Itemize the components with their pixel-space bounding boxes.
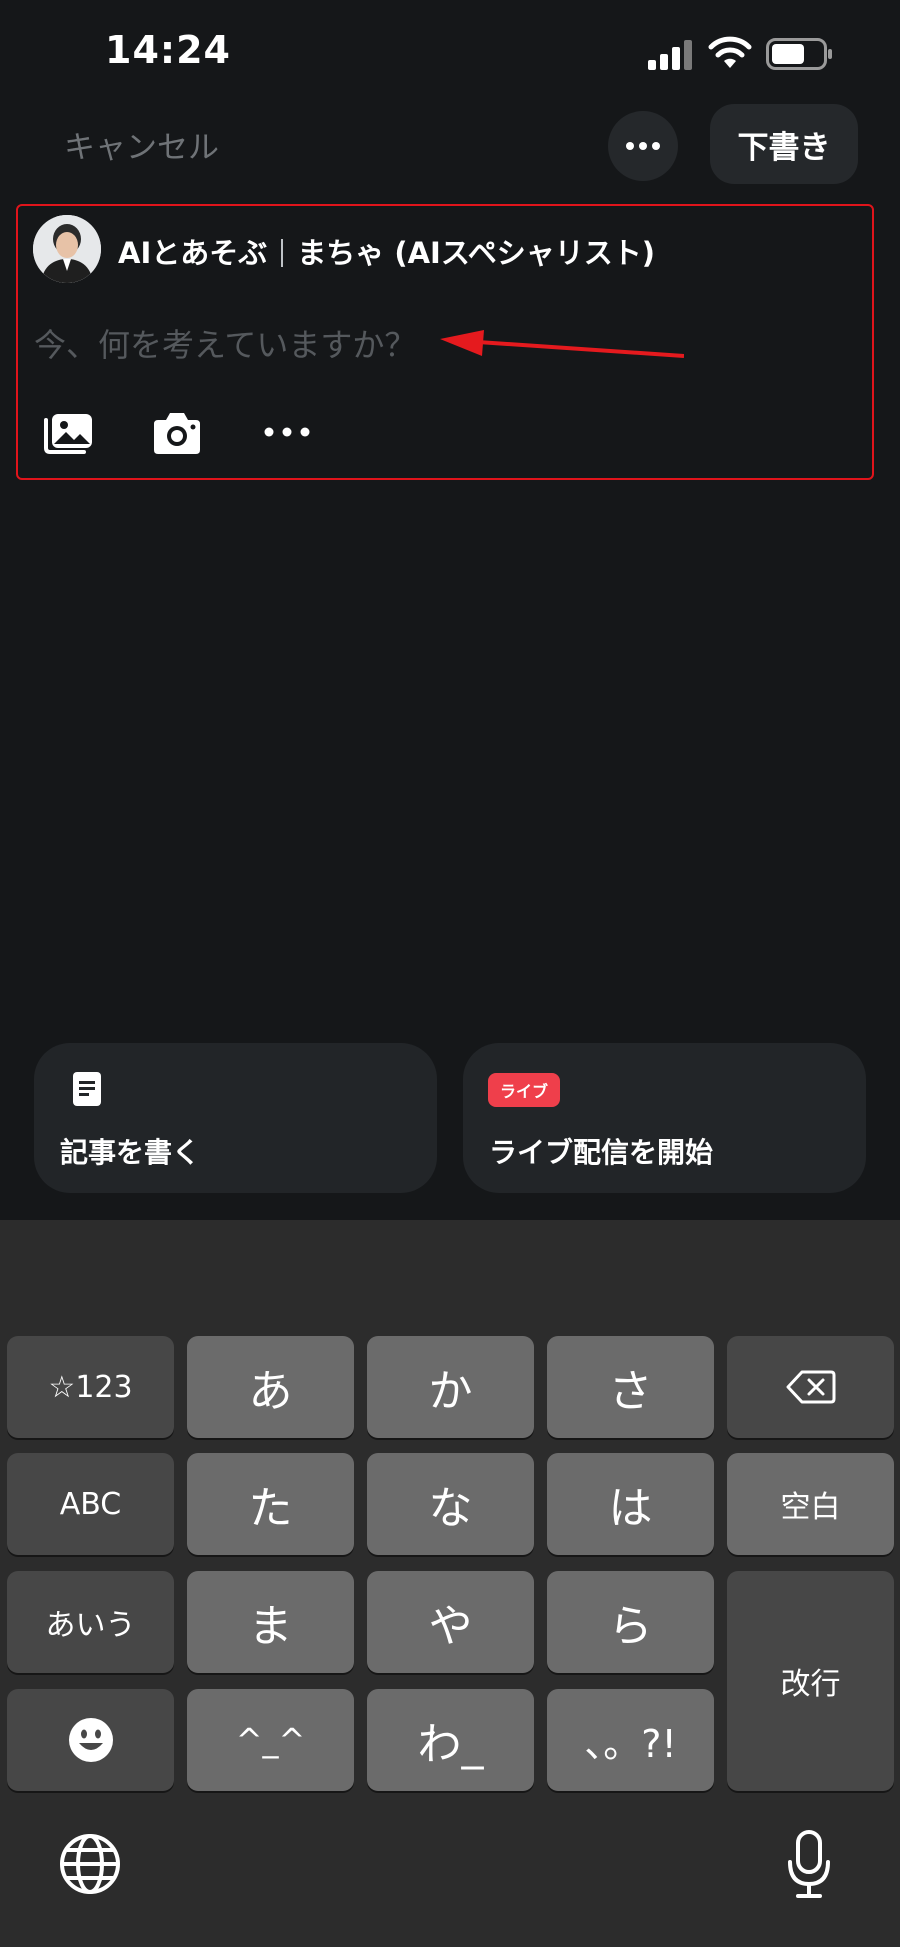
key-kaomoji[interactable]: ^_^ xyxy=(187,1689,354,1791)
cancel-button[interactable]: キャンセル xyxy=(64,122,219,167)
avatar xyxy=(33,215,101,283)
user-name: AIとあそぶ まちゃ (AIスペシャリスト) xyxy=(118,230,655,272)
key-symbols-123[interactable]: ☆123 xyxy=(7,1336,174,1438)
key-ka[interactable]: か xyxy=(367,1336,534,1438)
key-emoji[interactable] xyxy=(7,1689,174,1791)
post-text-input[interactable]: 今、何を考えていますか？ xyxy=(34,320,416,366)
ellipsis-icon xyxy=(626,142,660,150)
document-icon xyxy=(73,1072,101,1106)
live-badge: ライブ xyxy=(488,1073,560,1107)
status-time: 14:24 xyxy=(105,28,231,72)
key-return[interactable]: 改行 xyxy=(727,1571,894,1791)
photo-gallery-icon[interactable] xyxy=(40,410,96,456)
key-punctuation[interactable]: 、。?! xyxy=(547,1689,714,1791)
key-ya[interactable]: や xyxy=(367,1571,534,1673)
key-hiragana-mode[interactable]: あいう xyxy=(7,1571,174,1673)
battery-icon xyxy=(766,38,832,70)
backspace-icon xyxy=(786,1370,835,1404)
key-delete[interactable] xyxy=(727,1336,894,1438)
wifi-icon xyxy=(708,36,752,68)
key-ra[interactable]: ら xyxy=(547,1571,714,1673)
key-ta[interactable]: た xyxy=(187,1453,354,1555)
key-abc[interactable]: ABC xyxy=(7,1453,174,1555)
key-na[interactable]: な xyxy=(367,1453,534,1555)
emoji-icon xyxy=(68,1718,113,1762)
user-name-part2: まちゃ (AIスペシャリスト) xyxy=(297,236,656,270)
microphone-icon[interactable] xyxy=(786,1830,832,1900)
key-sa[interactable]: さ xyxy=(547,1336,714,1438)
globe-icon[interactable] xyxy=(58,1832,122,1896)
red-arrow-annotation-icon xyxy=(440,330,684,358)
start-live-label: ライブ配信を開始 xyxy=(489,1136,714,1169)
name-divider xyxy=(281,239,284,267)
cellular-signal-icon xyxy=(648,40,692,70)
write-article-card[interactable]: 記事を書く xyxy=(34,1043,437,1193)
more-tools-icon[interactable] xyxy=(262,420,312,444)
more-options-button[interactable] xyxy=(608,111,678,181)
key-ma[interactable]: ま xyxy=(187,1571,354,1673)
key-ha[interactable]: は xyxy=(547,1453,714,1555)
draft-button[interactable]: 下書き xyxy=(710,104,858,184)
write-article-label: 記事を書く xyxy=(60,1136,201,1169)
key-wa[interactable]: わ_ xyxy=(367,1689,534,1791)
key-a[interactable]: あ xyxy=(187,1336,354,1438)
camera-icon[interactable] xyxy=(150,410,204,456)
user-name-part1: AIとあそぶ xyxy=(118,236,268,270)
start-live-card[interactable]: ライブ ライブ配信を開始 xyxy=(463,1043,866,1193)
key-space[interactable]: 空白 xyxy=(727,1453,894,1555)
